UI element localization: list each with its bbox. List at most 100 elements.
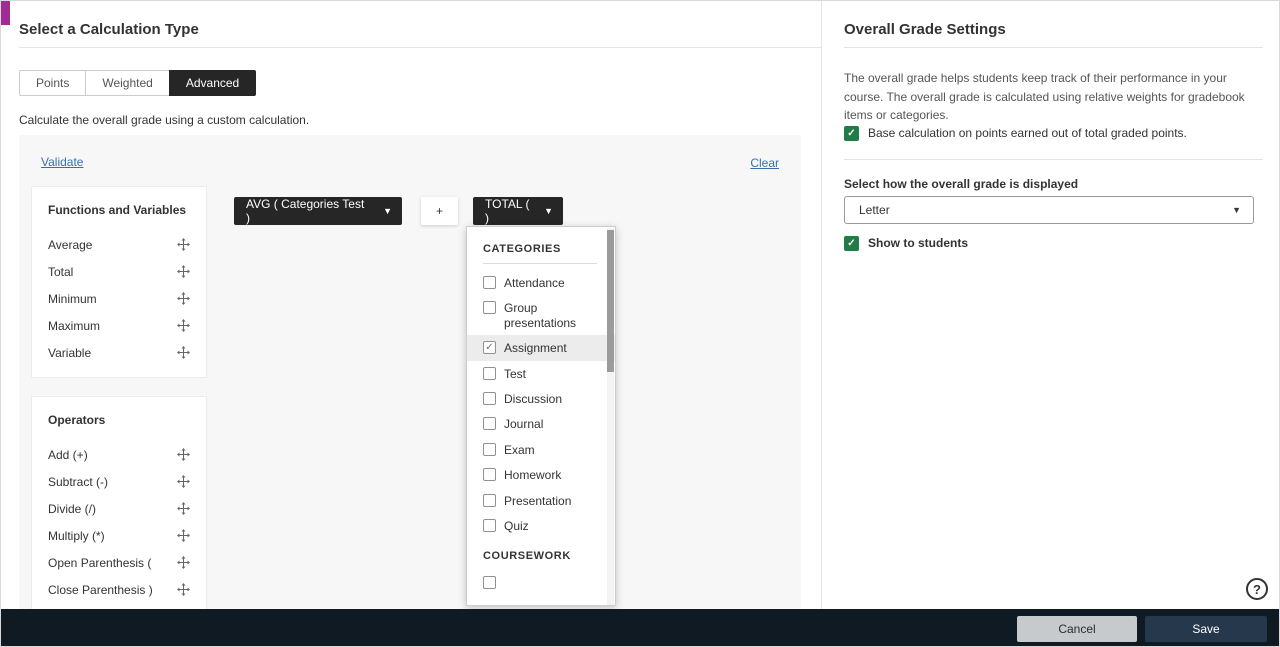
- move-icon[interactable]: [177, 502, 190, 515]
- move-icon[interactable]: [177, 556, 190, 569]
- expression-chip-avg[interactable]: AVG ( Categories Test ) ▼: [234, 197, 402, 225]
- checkbox[interactable]: [483, 518, 496, 532]
- help-icon[interactable]: ?: [1246, 578, 1268, 600]
- divider: [844, 47, 1263, 48]
- function-item-total[interactable]: Total: [48, 258, 190, 285]
- operator-item-open-paren[interactable]: Open Parenthesis (: [48, 549, 190, 576]
- divider: [19, 47, 821, 48]
- grade-display-label: Select how the overall grade is displaye…: [844, 177, 1079, 191]
- checkbox[interactable]: [483, 468, 496, 482]
- move-icon[interactable]: [177, 238, 190, 251]
- category-option-test[interactable]: Test: [483, 361, 597, 386]
- checkbox[interactable]: [483, 366, 496, 380]
- function-item-variable[interactable]: Variable: [48, 339, 190, 366]
- show-to-students-checkbox[interactable]: [844, 236, 859, 251]
- operator-item-add[interactable]: Add (+): [48, 441, 190, 468]
- function-label: Maximum: [48, 318, 101, 333]
- tab-advanced[interactable]: Advanced: [168, 70, 257, 96]
- dropdown-section-header-categories: CATEGORIES: [483, 243, 561, 255]
- divider: [821, 1, 822, 609]
- expression-chip-label: TOTAL ( ): [485, 197, 530, 225]
- checkbox[interactable]: [483, 417, 496, 431]
- grade-display-select[interactable]: Letter ▼: [844, 196, 1254, 224]
- functions-card-title: Functions and Variables: [48, 203, 187, 217]
- category-option-journal[interactable]: Journal: [483, 411, 597, 436]
- function-label: Total: [48, 264, 74, 279]
- checkbox[interactable]: [483, 391, 496, 405]
- move-icon[interactable]: [177, 292, 190, 305]
- move-icon[interactable]: [177, 265, 190, 278]
- operator-item-multiply[interactable]: Multiply (*): [48, 522, 190, 549]
- operator-item-divide[interactable]: Divide (/): [48, 495, 190, 522]
- category-option-label: Exam: [504, 442, 535, 457]
- calculation-builder-panel: Validate Clear Functions and Variables A…: [19, 135, 801, 609]
- base-calculation-checkbox[interactable]: [844, 126, 859, 141]
- operators-card: Operators Add (+) Subtract (-) Divide (/…: [31, 396, 207, 609]
- function-label: Minimum: [48, 291, 97, 306]
- checkbox[interactable]: [483, 301, 496, 315]
- category-option-label: Quiz: [504, 518, 529, 533]
- function-item-maximum[interactable]: Maximum: [48, 312, 190, 339]
- checkbox[interactable]: [483, 493, 496, 507]
- scrollbar-thumb[interactable]: [607, 230, 614, 372]
- checkbox[interactable]: [483, 276, 496, 289]
- validate-link[interactable]: Validate: [41, 155, 83, 169]
- move-icon[interactable]: [177, 475, 190, 488]
- category-option-label: Presentation: [504, 493, 572, 508]
- move-icon[interactable]: [177, 319, 190, 332]
- operator-label: Subtract (-): [48, 474, 109, 489]
- calculation-type-tabs: Points Weighted Advanced: [19, 70, 257, 96]
- operator-label: Multiply (*): [48, 528, 105, 543]
- calculation-type-dialog: Select a Calculation Type Points Weighte…: [0, 0, 1280, 647]
- divider: [483, 263, 597, 264]
- category-option-presentation[interactable]: Presentation: [483, 488, 597, 513]
- category-option-label: Journal: [504, 417, 544, 432]
- move-icon[interactable]: [177, 346, 190, 359]
- category-option-attendance[interactable]: Attendance: [483, 270, 597, 295]
- cancel-button[interactable]: Cancel: [1017, 616, 1137, 642]
- chevron-down-icon: ▼: [544, 206, 553, 216]
- move-icon[interactable]: [177, 529, 190, 542]
- function-label: Variable: [48, 345, 92, 360]
- checkbox[interactable]: [483, 341, 496, 355]
- functions-card: Functions and Variables Average Total Mi…: [31, 186, 207, 378]
- expression-chip-plus[interactable]: +: [421, 197, 458, 225]
- category-option-exam[interactable]: Exam: [483, 437, 597, 462]
- total-categories-dropdown: CATEGORIES Attendance Group presentation…: [466, 226, 616, 606]
- operator-item-subtract[interactable]: Subtract (-): [48, 468, 190, 495]
- move-icon[interactable]: [177, 583, 190, 596]
- function-item-average[interactable]: Average: [48, 231, 190, 258]
- footer-bar: Cancel Save: [1, 609, 1279, 646]
- chevron-down-icon: ▼: [383, 206, 392, 216]
- show-to-students-label: Show to students: [868, 236, 968, 250]
- checkbox[interactable]: [483, 442, 496, 456]
- category-option-label: Test: [504, 366, 527, 381]
- show-to-students-option[interactable]: Show to students: [844, 235, 968, 251]
- expression-chip-label: +: [435, 204, 443, 218]
- category-option-discussion[interactable]: Discussion: [483, 386, 597, 411]
- category-option-quiz[interactable]: Quiz: [483, 513, 597, 538]
- base-calculation-option[interactable]: Base calculation on points earned out of…: [844, 125, 1187, 141]
- category-option-assignment[interactable]: Assignment: [467, 335, 615, 361]
- coursework-option-partial[interactable]: [483, 570, 597, 594]
- expression-chip-total[interactable]: TOTAL ( ) ▼: [473, 197, 563, 225]
- move-icon[interactable]: [177, 448, 190, 461]
- category-option-label: Assignment: [504, 341, 567, 356]
- overall-grade-description: The overall grade helps students keep tr…: [844, 71, 1245, 123]
- tab-points[interactable]: Points: [19, 70, 87, 96]
- function-item-minimum[interactable]: Minimum: [48, 285, 190, 312]
- category-option-group-presentations[interactable]: Group presentations: [483, 295, 597, 335]
- operator-item-close-paren[interactable]: Close Parenthesis ): [48, 576, 190, 603]
- category-option-homework[interactable]: Homework: [483, 462, 597, 487]
- category-option-label: Discussion: [504, 391, 563, 406]
- clear-link[interactable]: Clear: [750, 156, 779, 170]
- dropdown-scrollbar[interactable]: [607, 228, 614, 605]
- page-title: Select a Calculation Type: [19, 21, 199, 38]
- category-option-label: Homework: [504, 468, 562, 483]
- checkbox[interactable]: [483, 576, 496, 590]
- accent-bar: [1, 1, 10, 25]
- tab-weighted[interactable]: Weighted: [85, 70, 170, 96]
- chevron-down-icon: ▼: [1232, 205, 1241, 215]
- save-button[interactable]: Save: [1145, 616, 1267, 642]
- calculation-description: Calculate the overall grade using a cust…: [19, 113, 310, 127]
